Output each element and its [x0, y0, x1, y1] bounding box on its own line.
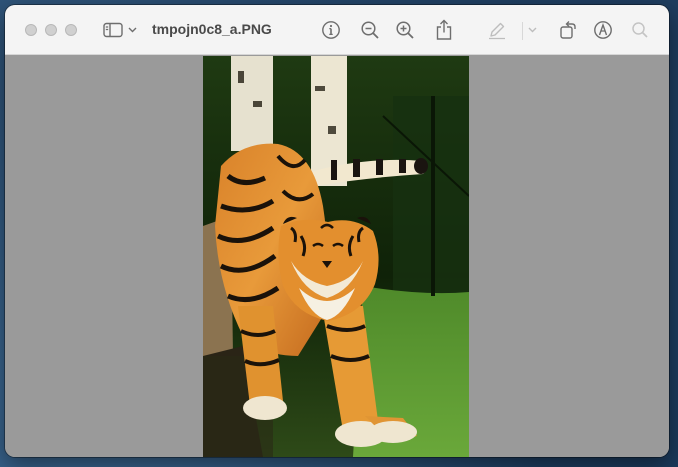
- sidebar-icon: [103, 22, 123, 38]
- minimize-window-button[interactable]: [45, 24, 57, 36]
- markup-pen-icon: [489, 22, 505, 40]
- image-canvas: [5, 56, 669, 457]
- maximize-window-button[interactable]: [65, 24, 77, 36]
- zoom-out-icon: [361, 21, 379, 39]
- share-icon: [436, 19, 452, 40]
- zoom-in-button[interactable]: [393, 18, 417, 42]
- sidebar-options-button[interactable]: [126, 18, 138, 42]
- markup-options-button[interactable]: [526, 18, 538, 42]
- annotate-button[interactable]: [591, 18, 615, 42]
- tiger-image: [203, 56, 469, 457]
- close-window-button[interactable]: [25, 24, 37, 36]
- tiger-photo-graphic: [203, 56, 469, 457]
- rotate-button[interactable]: [556, 18, 580, 42]
- window-title: tmpojn0c8_a.PNG: [152, 21, 272, 37]
- info-icon: [322, 21, 340, 39]
- annotate-icon: [594, 21, 612, 39]
- toolbar-separator: [522, 22, 523, 40]
- markup-button[interactable]: [486, 18, 508, 42]
- preview-window: tmpojn0c8_a.PNG: [5, 5, 669, 457]
- share-button[interactable]: [432, 18, 456, 42]
- zoom-in-icon: [396, 21, 414, 39]
- chevron-down-icon: [128, 27, 136, 33]
- zoom-out-button[interactable]: [358, 18, 382, 42]
- search-button[interactable]: [629, 18, 651, 42]
- chevron-down-icon: [528, 27, 536, 33]
- title-bar: tmpojn0c8_a.PNG: [5, 5, 669, 55]
- rotate-icon: [560, 21, 576, 39]
- search-icon: [632, 22, 648, 38]
- sidebar-toggle-button[interactable]: [101, 18, 125, 42]
- info-button[interactable]: [319, 18, 343, 42]
